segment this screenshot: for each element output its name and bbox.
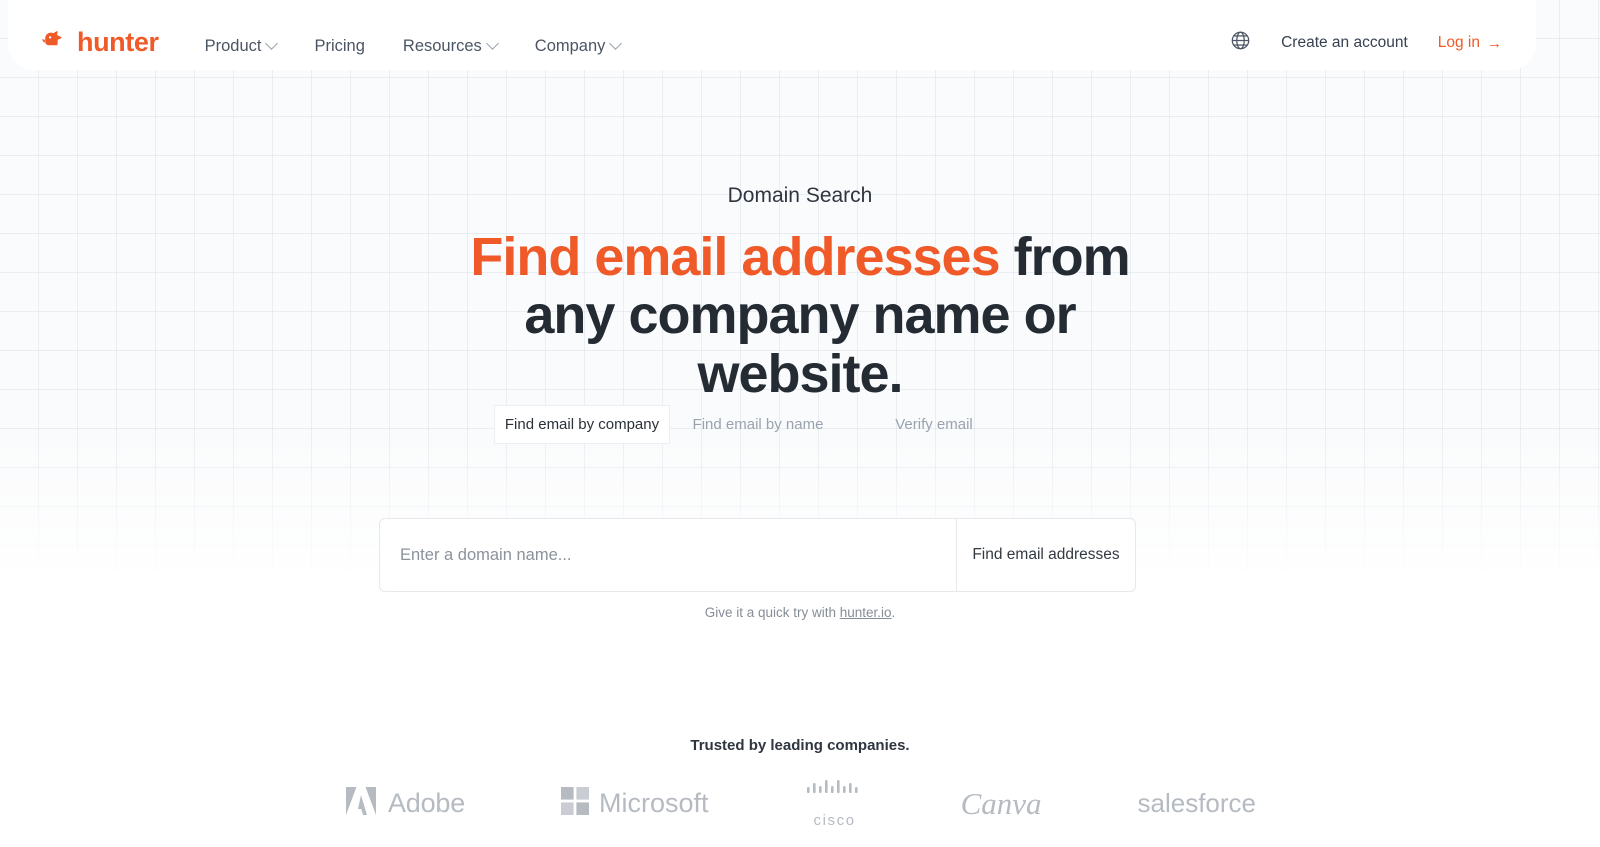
canva-logo-text: Canva [960, 785, 1042, 821]
nav-item-pricing-label: Pricing [314, 37, 365, 55]
adobe-logo-text: Adobe [387, 787, 466, 818]
arrow-right-icon: → [1487, 34, 1502, 52]
tab-find-email-by-company[interactable]: Find email by company [494, 405, 670, 444]
quick-try-hint: Give it a quick try with hunter.io. [0, 605, 1600, 620]
site-header: hunter Product Pricing Resources Company [8, 0, 1536, 70]
login-label: Log in [1437, 34, 1480, 51]
globe-icon[interactable] [1230, 30, 1251, 56]
nav-item-resources[interactable]: Resources [402, 37, 499, 56]
quick-try-suffix: . [891, 605, 896, 620]
trusted-by-logos: Adobe Microsoft cisco Canva salesforce [0, 778, 1600, 828]
domain-search-box: Find email addresses [379, 518, 1136, 592]
logo-salesforce: salesforce [1138, 790, 1257, 816]
header-actions: Create an account Log in → [1230, 30, 1502, 56]
nav-item-company-label: Company [534, 37, 606, 55]
cisco-logo-text: cisco [813, 812, 856, 829]
tab-verify-email[interactable]: Verify email [846, 405, 1022, 444]
nav-item-pricing[interactable]: Pricing [314, 37, 364, 56]
logo-canva: Canva [961, 788, 1042, 819]
quick-try-prefix: Give it a quick try with [704, 605, 840, 620]
headline-accent: Find email addresses [470, 227, 1000, 287]
logo-cisco: cisco [805, 778, 865, 828]
find-email-addresses-button[interactable]: Find email addresses [956, 519, 1135, 591]
create-account-link[interactable]: Create an account [1281, 34, 1408, 52]
brand-logo[interactable]: hunter [42, 29, 159, 56]
logo-microsoft: Microsoft [561, 786, 709, 820]
trusted-by-label: Trusted by leading companies. [690, 737, 910, 754]
microsoft-logo-icon [561, 786, 590, 820]
chevron-down-icon [265, 37, 279, 50]
brand-name: hunter [77, 27, 159, 57]
nav-item-resources-label: Resources [402, 37, 482, 55]
salesforce-logo-text: salesforce [1137, 788, 1257, 818]
login-link[interactable]: Log in → [1438, 34, 1502, 52]
search-input[interactable] [380, 519, 956, 591]
adobe-logo-icon [344, 786, 378, 821]
primary-navigation: Product Pricing Resources Company [204, 37, 623, 56]
page-eyebrow: Domain Search [727, 184, 873, 207]
search-mode-tabs: Find email by company Find email by name… [494, 405, 1022, 444]
tab-find-email-by-company-label: Find email by company [504, 416, 660, 433]
nav-item-product[interactable]: Product [204, 37, 279, 56]
logo-adobe: Adobe [344, 786, 465, 821]
microsoft-logo-text: Microsoft [599, 787, 709, 818]
quick-try-link[interactable]: hunter.io [840, 605, 892, 620]
cisco-logo-icon [805, 778, 865, 801]
nav-item-company[interactable]: Company [534, 37, 623, 56]
tab-find-email-by-name-label: Find email by name [692, 416, 824, 433]
chevron-down-icon [485, 37, 499, 50]
tab-find-email-by-name[interactable]: Find email by name [670, 405, 846, 444]
page-title: Find email addresses from any company na… [420, 228, 1180, 403]
hunter-dog-logo-icon [42, 30, 68, 55]
nav-item-product-label: Product [204, 37, 262, 55]
tab-verify-email-label: Verify email [895, 416, 973, 433]
chevron-down-icon [609, 37, 623, 50]
